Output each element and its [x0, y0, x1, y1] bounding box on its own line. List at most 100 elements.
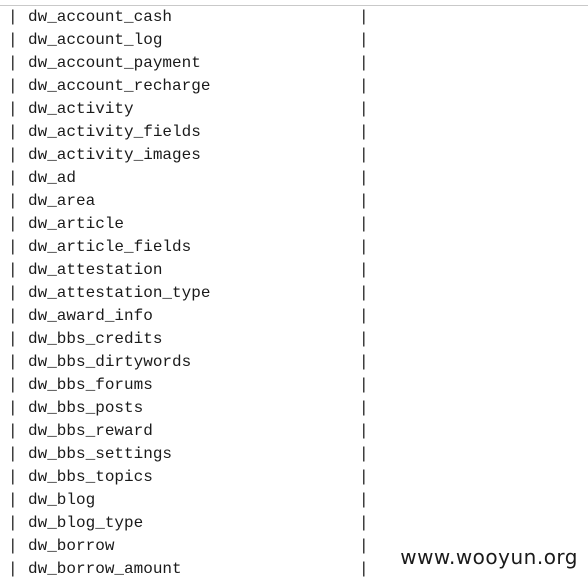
row-separator-left: | — [8, 100, 18, 118]
table-row: | dw_bbs_topics | — [0, 466, 588, 489]
row-separator-right: | — [359, 560, 369, 578]
row-separator-right: | — [359, 100, 369, 118]
row-separator-right: | — [359, 192, 369, 210]
row-separator-right: | — [359, 422, 369, 440]
row-separator-left: | — [8, 8, 18, 26]
row-separator-right: | — [359, 307, 369, 325]
row-separator-right: | — [359, 238, 369, 256]
table-name: dw_borrow_amount — [28, 560, 182, 578]
table-name: dw_bbs_posts — [28, 399, 144, 417]
row-separator-right: | — [359, 31, 369, 49]
table-name: dw_account_recharge — [28, 77, 211, 95]
table-row: | dw_article | — [0, 213, 588, 236]
table-name: dw_bbs_topics — [28, 468, 153, 486]
table-row: | dw_area | — [0, 190, 588, 213]
row-separator-right: | — [359, 77, 369, 95]
table-name: dw_ad — [28, 169, 77, 187]
row-separator-left: | — [8, 399, 18, 417]
terminal-output: | dw_account_cash | | dw_account_log | | dw_acc… — [0, 0, 588, 585]
table-name: dw_bbs_credits — [28, 330, 163, 348]
row-separator-left: | — [8, 422, 18, 440]
row-separator-right: | — [359, 261, 369, 279]
row-separator-left: | — [8, 491, 18, 509]
table-name: dw_account_cash — [28, 8, 173, 26]
row-separator-left: | — [8, 215, 18, 233]
row-separator-left: | — [8, 123, 18, 141]
table-row: | dw_bbs_reward | — [0, 420, 588, 443]
table-name: dw_attestation — [28, 261, 163, 279]
row-separator-left: | — [8, 238, 18, 256]
row-separator-right: | — [359, 468, 369, 486]
table-name: dw_account_log — [28, 31, 163, 49]
table-row: | dw_account_log | — [0, 29, 588, 52]
watermark: www.wooyun.org — [400, 545, 578, 569]
row-separator-right: | — [359, 146, 369, 164]
row-separator-left: | — [8, 284, 18, 302]
row-separator-left: | — [8, 376, 18, 394]
row-separator-right: | — [359, 54, 369, 72]
table-row: | dw_bbs_dirtywords | — [0, 351, 588, 374]
table-row: | dw_account_recharge | — [0, 75, 588, 98]
row-separator-left: | — [8, 31, 18, 49]
table-row: | dw_activity | — [0, 98, 588, 121]
row-separator-left: | — [8, 54, 18, 72]
row-separator-right: | — [359, 399, 369, 417]
table-name: dw_bbs_dirtywords — [28, 353, 192, 371]
table-row: | dw_award_info | — [0, 305, 588, 328]
row-separator-left: | — [8, 445, 18, 463]
row-separator-right: | — [359, 123, 369, 141]
row-separator-right: | — [359, 491, 369, 509]
table-name: dw_attestation_type — [28, 284, 211, 302]
table-name: dw_article — [28, 215, 125, 233]
table-name: dw_bbs_settings — [28, 445, 173, 463]
row-separator-left: | — [8, 537, 18, 555]
row-separator-left: | — [8, 307, 18, 325]
row-separator-right: | — [359, 376, 369, 394]
row-separator-right: | — [359, 537, 369, 555]
row-separator-right: | — [359, 330, 369, 348]
row-separator-left: | — [8, 261, 18, 279]
row-separator-left: | — [8, 146, 18, 164]
table-name: dw_account_payment — [28, 54, 201, 72]
table-name: dw_award_info — [28, 307, 153, 325]
row-separator-left: | — [8, 169, 18, 187]
row-separator-left: | — [8, 192, 18, 210]
table-name: dw_bbs_reward — [28, 422, 153, 440]
row-separator-right: | — [359, 445, 369, 463]
row-separator-right: | — [359, 169, 369, 187]
table-name: dw_article_fields — [28, 238, 192, 256]
table-row: | dw_attestation | — [0, 259, 588, 282]
table-row: | dw_bbs_credits | — [0, 328, 588, 351]
row-separator-right: | — [359, 514, 369, 532]
table-name: dw_borrow — [28, 537, 115, 555]
table-row: | dw_bbs_forums | — [0, 374, 588, 397]
table-row: | dw_article_fields | — [0, 236, 588, 259]
row-separator-left: | — [8, 77, 18, 95]
row-separator-right: | — [359, 215, 369, 233]
table-row: | dw_blog | — [0, 489, 588, 512]
table-name: dw_activity_fields — [28, 123, 201, 141]
row-separator-left: | — [8, 330, 18, 348]
row-separator-right: | — [359, 8, 369, 26]
table-row: | dw_blog_type | — [0, 512, 588, 535]
row-separator-left: | — [8, 560, 18, 578]
table-row: | dw_bbs_settings | — [0, 443, 588, 466]
table-name: dw_activity_images — [28, 146, 201, 164]
table-row: | dw_account_cash | — [0, 6, 588, 29]
row-separator-right: | — [359, 353, 369, 371]
table-row: | dw_activity_fields | — [0, 121, 588, 144]
row-separator-left: | — [8, 514, 18, 532]
table-name: dw_blog_type — [28, 514, 144, 532]
row-separator-left: | — [8, 468, 18, 486]
table-row: | dw_ad | — [0, 167, 588, 190]
table-list: | dw_account_cash | | dw_account_log | | dw_acc… — [0, 6, 588, 581]
table-row: | dw_bbs_posts | — [0, 397, 588, 420]
table-name: dw_bbs_forums — [28, 376, 153, 394]
table-name: dw_activity — [28, 100, 134, 118]
table-row: | dw_account_payment | — [0, 52, 588, 75]
table-name: dw_area — [28, 192, 96, 210]
table-row: | dw_activity_images | — [0, 144, 588, 167]
row-separator-left: | — [8, 353, 18, 371]
table-name: dw_blog — [28, 491, 96, 509]
row-separator-right: | — [359, 284, 369, 302]
